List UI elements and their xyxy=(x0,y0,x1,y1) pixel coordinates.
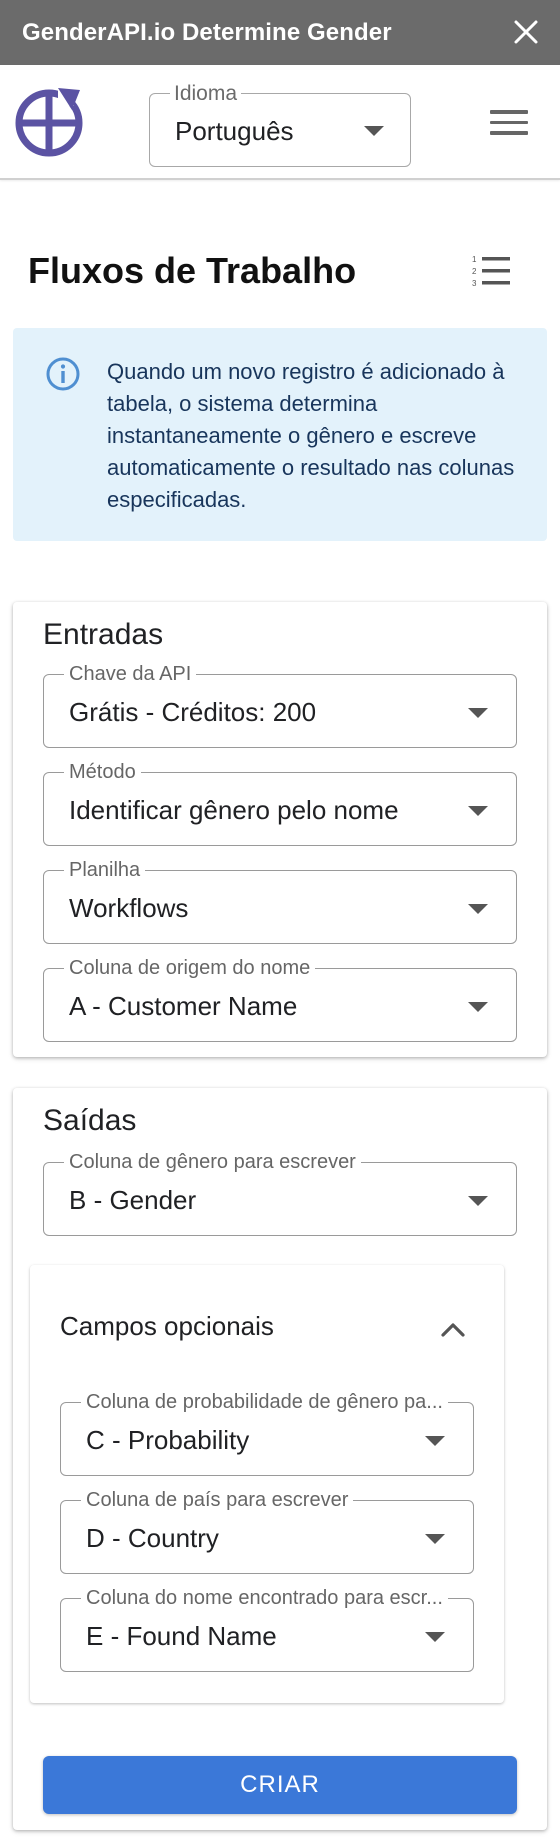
sheet-select[interactable]: Planilha Workflows xyxy=(43,859,517,944)
probability-column-label: Coluna de probabilidade de gênero pa... xyxy=(81,1391,448,1413)
language-select-value: Português xyxy=(175,116,294,146)
caret-down-icon xyxy=(468,1002,488,1012)
probability-column-select[interactable]: Coluna de probabilidade de gênero pa... … xyxy=(60,1391,474,1476)
country-column-value: D - Country xyxy=(86,1523,219,1553)
caret-down-icon xyxy=(468,904,488,914)
caret-down-icon xyxy=(468,1196,488,1206)
sheet-label: Planilha xyxy=(64,859,146,881)
language-select-label: Idioma xyxy=(170,82,242,106)
name-column-select[interactable]: Coluna de origem do nome A - Customer Na… xyxy=(43,957,517,1042)
svg-text:3: 3 xyxy=(472,279,477,288)
probability-column-value: C - Probability xyxy=(86,1425,250,1455)
gender-column-select[interactable]: Coluna de gênero para escrever B - Gende… xyxy=(43,1151,517,1236)
inputs-title: Entradas xyxy=(43,618,164,651)
api-key-label: Chave da API xyxy=(64,663,197,685)
api-key-select[interactable]: Chave da API Grátis - Créditos: 200 xyxy=(43,663,517,748)
caret-down-icon xyxy=(468,806,488,816)
country-column-select[interactable]: Coluna de país para escrever D - Country xyxy=(60,1489,474,1574)
close-icon[interactable] xyxy=(510,16,542,48)
found-name-column-select[interactable]: Coluna do nome encontrado para escr... E… xyxy=(60,1587,474,1672)
create-button[interactable]: CRIAR xyxy=(43,1756,517,1814)
outputs-title: Saídas xyxy=(43,1104,137,1137)
caret-down-icon xyxy=(468,708,488,718)
caret-down-icon xyxy=(425,1534,445,1544)
header: Idioma Português xyxy=(0,65,560,180)
info-text: Quando um novo registro é adicionado à t… xyxy=(107,359,515,512)
svg-text:1: 1 xyxy=(472,255,477,264)
language-select[interactable]: Idioma Português xyxy=(149,82,411,167)
optional-fields-toggle[interactable]: Campos opcionais xyxy=(30,1265,504,1385)
sheet-value: Workflows xyxy=(69,893,189,923)
name-column-label: Coluna de origem do nome xyxy=(64,957,316,979)
hamburger-menu-icon[interactable] xyxy=(490,110,528,138)
caret-down-icon xyxy=(364,126,384,136)
found-name-column-value: E - Found Name xyxy=(86,1621,277,1651)
page-title: Fluxos de Trabalho xyxy=(28,250,357,291)
inputs-card: Entradas Chave da API Grátis - Créditos:… xyxy=(13,602,547,1057)
info-banner: Quando um novo registro é adicionado à t… xyxy=(13,328,547,541)
method-select[interactable]: Método Identificar gênero pelo nome xyxy=(43,761,517,846)
svg-text:2: 2 xyxy=(472,267,477,276)
gender-column-label: Coluna de gênero para escrever xyxy=(64,1151,361,1173)
optional-fields-panel: Campos opcionais Coluna de probabilidade… xyxy=(30,1265,504,1703)
name-column-value: A - Customer Name xyxy=(69,991,298,1021)
api-key-value: Grátis - Créditos: 200 xyxy=(69,697,317,727)
method-label: Método xyxy=(64,761,141,783)
genderapi-logo-icon xyxy=(15,88,83,157)
numbered-list-icon[interactable]: 1 2 3 xyxy=(472,254,512,288)
title-bar: GenderAPI.io Determine Gender xyxy=(0,0,560,65)
method-value: Identificar gênero pelo nome xyxy=(69,795,399,825)
info-icon xyxy=(46,357,80,391)
optional-fields-title: Campos opcionais xyxy=(60,1311,274,1341)
country-column-label: Coluna de país para escrever xyxy=(81,1489,354,1511)
window-title: GenderAPI.io Determine Gender xyxy=(22,18,392,46)
chevron-up-icon xyxy=(441,1323,465,1337)
found-name-column-label: Coluna do nome encontrado para escr... xyxy=(81,1587,448,1609)
caret-down-icon xyxy=(425,1436,445,1446)
caret-down-icon xyxy=(425,1632,445,1642)
gender-column-value: B - Gender xyxy=(69,1185,197,1215)
